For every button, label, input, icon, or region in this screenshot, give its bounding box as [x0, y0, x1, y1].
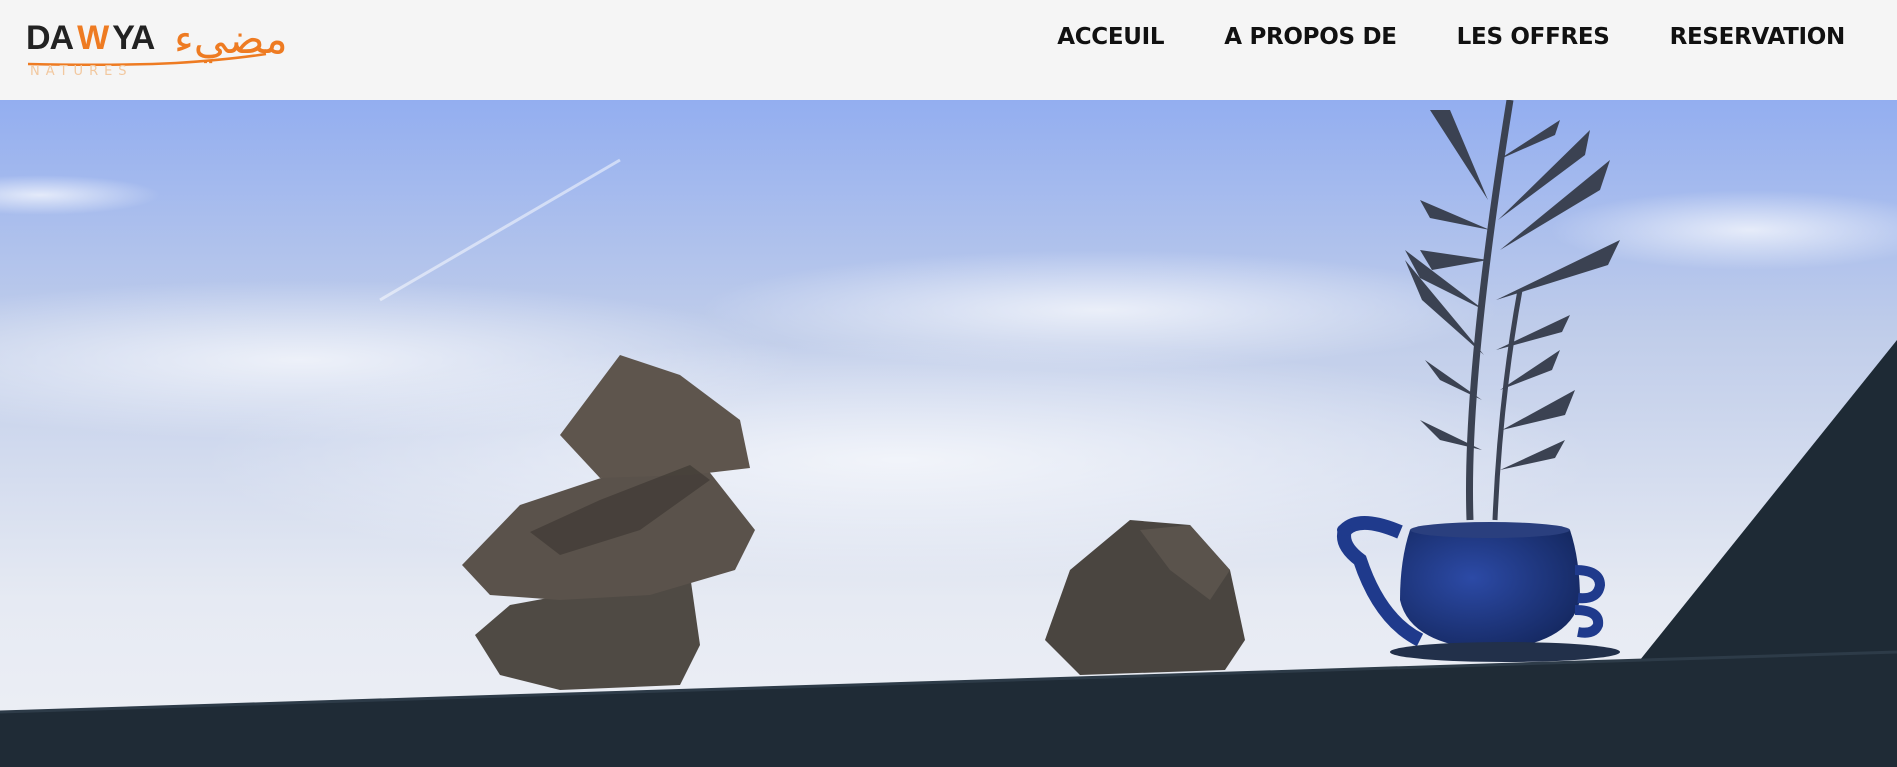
site-header: DA W YA مضيء NATURES ACCEUIL A PROPOS DE L…: [0, 0, 1897, 100]
nav-item-a-propos[interactable]: A PROPOS DE: [1224, 24, 1397, 50]
main-nav: ACCEUIL A PROPOS DE LES OFFRES RESERVATI…: [997, 0, 1845, 74]
logo-subtitle: NATURES: [30, 64, 133, 79]
hero-banner: [0, 100, 1897, 767]
nav-item-offres[interactable]: LES OFFRES: [1457, 24, 1610, 50]
site-logo[interactable]: DA W YA مضيء NATURES: [26, 14, 288, 84]
nav-item-reservation[interactable]: RESERVATION: [1670, 24, 1846, 50]
hero-image: [0, 100, 1897, 767]
nav-item-acceuil[interactable]: ACCEUIL: [1057, 24, 1164, 50]
